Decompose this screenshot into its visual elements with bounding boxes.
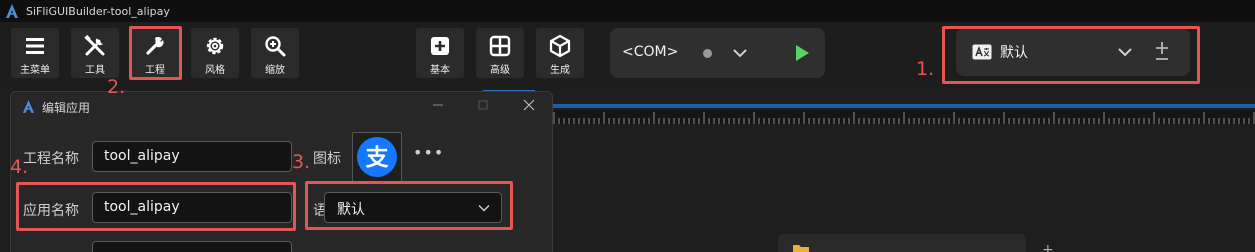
generate-label: 生成 — [550, 65, 570, 76]
app-logo-icon — [23, 100, 34, 113]
chevron-down-icon[interactable] — [731, 44, 749, 62]
annotation-box-2 — [129, 26, 182, 80]
minimize-icon[interactable] — [431, 98, 445, 112]
annotation-box-1 — [942, 26, 1200, 84]
horizontal-ruler — [552, 110, 1255, 124]
window-title: SiFliGUIBuilder-tool_alipay — [26, 4, 170, 18]
connection-status-indicator — [703, 49, 712, 58]
plus-square-icon — [431, 37, 449, 55]
app-window: SiFliGUIBuilder-tool_alipay 主菜单 工具 工程 风格… — [0, 0, 1255, 252]
basic-widgets-button[interactable]: 基本 — [416, 28, 464, 78]
more-options-button[interactable]: ••• — [413, 143, 444, 162]
dialog-title: 编辑应用 — [42, 101, 91, 115]
title-bar: SiFliGUIBuilder-tool_alipay — [0, 0, 1255, 22]
menu-icon — [26, 38, 44, 54]
generate-button[interactable]: 生成 — [536, 28, 584, 78]
tools-icon — [84, 34, 105, 56]
style-button[interactable]: 风格 — [191, 28, 239, 78]
ruler-highlight — [552, 104, 1255, 108]
folder-icon — [793, 245, 809, 252]
advanced-label: 高级 — [490, 65, 510, 76]
main-menu-label: 主菜单 — [20, 65, 50, 76]
file-browser-panel — [778, 234, 1026, 252]
tools-button[interactable]: 工具 — [71, 28, 119, 78]
alipay-glyph: 支 — [365, 145, 390, 171]
cube-icon — [549, 34, 571, 58]
zoom-button[interactable]: 缩放 — [251, 28, 299, 78]
next-row-input[interactable] — [92, 241, 292, 252]
basic-label: 基本 — [430, 65, 450, 76]
project-name-input[interactable]: tool_alipay — [92, 141, 292, 172]
run-play-icon[interactable] — [791, 43, 811, 63]
icon-label: 图标 — [313, 151, 341, 167]
zoom-label: 缩放 — [265, 65, 285, 76]
grid-icon — [489, 35, 511, 57]
annotation-marker-3: 3. — [292, 151, 311, 173]
tools-label: 工具 — [85, 65, 105, 76]
alipay-icon: 支 — [357, 137, 397, 177]
serial-port-panel: <COM> — [610, 28, 825, 78]
annotation-marker-4: 4. — [10, 156, 29, 178]
annotation-box-3 — [305, 181, 513, 230]
app-icon-picker[interactable]: 支 — [352, 132, 402, 182]
main-menu-button[interactable]: 主菜单 — [11, 28, 59, 78]
close-icon[interactable] — [522, 98, 536, 112]
annotation-box-4 — [16, 182, 296, 231]
com-port-select[interactable]: <COM> — [622, 44, 678, 60]
project-name-label: 工程名称 — [23, 151, 79, 167]
annotation-marker-2: 2. — [107, 76, 126, 98]
advanced-widgets-button[interactable]: 高级 — [476, 28, 524, 78]
style-label: 风格 — [205, 65, 225, 76]
annotation-marker-1: 1. — [916, 58, 935, 80]
app-logo-icon — [6, 4, 18, 18]
maximize-icon[interactable] — [476, 98, 490, 112]
zoom-in-icon — [265, 36, 286, 57]
gear-icon — [206, 37, 224, 55]
add-tab-icon[interactable]: + — [1042, 242, 1054, 252]
